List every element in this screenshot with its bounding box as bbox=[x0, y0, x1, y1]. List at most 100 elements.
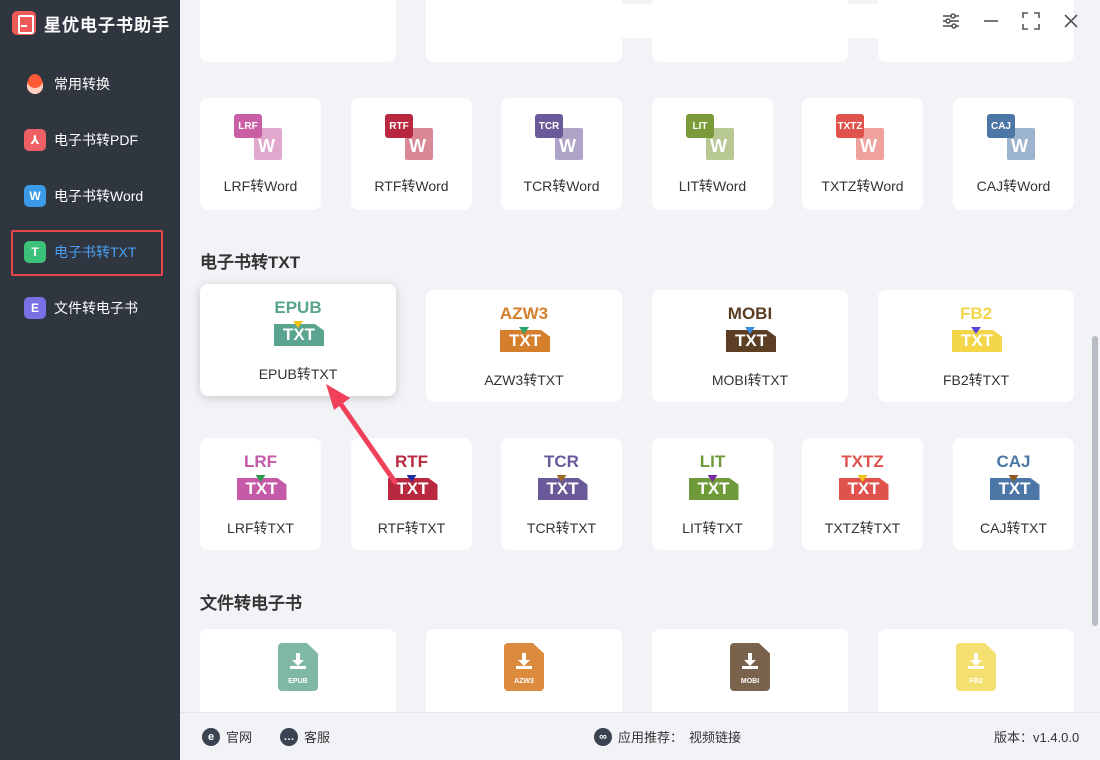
footer-bar: e 官网 … 客服 ∞ 应用推荐： 视频链接 版本：v1.4.0.0 bbox=[180, 712, 1100, 760]
sidebar-item-label: 文件转电子书 bbox=[54, 300, 138, 316]
word-doc-icon: W LRF bbox=[234, 114, 288, 162]
format-badge: LIT bbox=[686, 114, 714, 138]
card-fb2-to-txt[interactable]: FB2 TXT FB2转TXT bbox=[878, 290, 1074, 402]
word-doc-icon: W LIT bbox=[686, 114, 740, 162]
txt-box: TXT bbox=[500, 330, 550, 352]
settings-icon[interactable] bbox=[940, 10, 962, 32]
card-lrf-to-word[interactable]: W LRF LRF转Word bbox=[200, 98, 321, 210]
file-format-tag: EPUB bbox=[288, 678, 308, 685]
main-content[interactable]: W LRF LRF转Word W RTF RTF转Word W TCR TCR转Word W LIT… bbox=[180, 0, 1100, 712]
website-link[interactable]: e 官网 bbox=[202, 727, 252, 746]
txt-convert-icon: FB2 TXT bbox=[944, 304, 1008, 360]
file-download-icon: EPUB bbox=[278, 643, 318, 691]
scrollbar-thumb[interactable] bbox=[1092, 336, 1098, 626]
sidebar-item-common[interactable]: 常用转换 bbox=[0, 56, 180, 112]
card-file-to-azw3[interactable]: AZW3 bbox=[426, 629, 622, 712]
card-mobi-to-txt[interactable]: MOBI TXT MOBI转TXT bbox=[652, 290, 848, 402]
txt-box: TXT bbox=[726, 330, 776, 352]
card-lit-to-txt[interactable]: LIT TXT LIT转TXT bbox=[652, 438, 773, 550]
card-label: MOBI转TXT bbox=[711, 372, 789, 388]
minimize-icon[interactable] bbox=[980, 10, 1002, 32]
sidebar-item-ebook-to-txt[interactable]: T 电子书转TXT bbox=[0, 224, 180, 280]
card-caj-to-word[interactable]: W CAJ CAJ转Word bbox=[953, 98, 1074, 210]
format-badge: RTF bbox=[385, 114, 413, 138]
link-icon: ∞ bbox=[594, 727, 612, 746]
card-azw3-to-txt[interactable]: AZW3 TXT AZW3转TXT bbox=[426, 290, 622, 402]
txt-box: TXT bbox=[236, 478, 287, 500]
txt-icon: T bbox=[24, 241, 46, 263]
recommend-label: 应用推荐： bbox=[618, 730, 684, 745]
txt-convert-icon: EPUB TXT bbox=[266, 298, 330, 354]
card-label: EPUB转TXT bbox=[258, 366, 338, 382]
recommend-video-link[interactable]: 视频链接 bbox=[689, 727, 741, 746]
file-download-icon: MOBI bbox=[730, 643, 770, 691]
word-doc-icon: W TCR bbox=[535, 114, 589, 162]
card-label: TCR转Word bbox=[523, 178, 600, 194]
format-name: MOBI bbox=[727, 304, 773, 323]
txt-box: TXT bbox=[274, 324, 324, 346]
close-icon[interactable] bbox=[1060, 10, 1082, 32]
txt-convert-icon: CAJ TXT bbox=[982, 452, 1046, 508]
card-label: RTF转Word bbox=[374, 178, 449, 194]
support-label: 客服 bbox=[304, 730, 331, 745]
card-rtf-to-txt[interactable]: RTF TXT RTF转TXT bbox=[351, 438, 472, 550]
sidebar-item-label: 电子书转PDF bbox=[54, 132, 138, 148]
pdf-icon: ⅄ bbox=[24, 129, 46, 151]
format-name: TXTZ bbox=[841, 452, 884, 471]
fire-icon bbox=[24, 73, 46, 95]
card-tcr-to-word[interactable]: W TCR TCR转Word bbox=[501, 98, 622, 210]
sidebar-item-ebook-to-word[interactable]: W 电子书转Word bbox=[0, 168, 180, 224]
txt-box: TXT bbox=[387, 478, 438, 500]
version-info: 版本：v1.4.0.0 bbox=[994, 727, 1079, 746]
card-label: TCR转TXT bbox=[526, 520, 597, 536]
card-label: LRF转TXT bbox=[227, 520, 294, 536]
app-recommend: ∞ 应用推荐： 视频链接 bbox=[594, 727, 741, 746]
card-txtz-to-word[interactable]: W TXTZ TXTZ转Word bbox=[802, 98, 923, 210]
card-lrf-to-txt[interactable]: LRF TXT LRF转TXT bbox=[200, 438, 321, 550]
format-badge: LRF bbox=[234, 114, 262, 138]
card-file-to-fb2[interactable]: FB2 bbox=[878, 629, 1074, 712]
card-label: LIT转Word bbox=[678, 178, 747, 194]
file-format-tag: MOBI bbox=[740, 678, 760, 685]
txt-convert-icon: LIT TXT bbox=[681, 452, 745, 508]
support-link[interactable]: … 客服 bbox=[280, 727, 330, 746]
word-doc-icon: W TXTZ bbox=[836, 114, 890, 162]
title-bar bbox=[180, 0, 1100, 44]
file-download-icon: FB2 bbox=[956, 643, 996, 691]
format-name: FB2 bbox=[959, 304, 993, 323]
card-rtf-to-word[interactable]: W RTF RTF转Word bbox=[351, 98, 472, 210]
card-txtz-to-txt[interactable]: TXTZ TXT TXTZ转TXT bbox=[802, 438, 923, 550]
word-doc-icon: W CAJ bbox=[987, 114, 1041, 162]
card-label: AZW3转TXT bbox=[484, 372, 564, 388]
app-title: 星优电子书助手 bbox=[12, 10, 170, 36]
card-tcr-to-txt[interactable]: TCR TXT TCR转TXT bbox=[501, 438, 622, 550]
card-label: TXTZ转Word bbox=[821, 178, 904, 194]
sidebar-item-file-to-ebook[interactable]: E 文件转电子书 bbox=[0, 280, 180, 336]
card-file-to-mobi[interactable]: MOBI bbox=[652, 629, 848, 712]
sidebar-item-label: 常用转换 bbox=[54, 76, 110, 92]
txt-box: TXT bbox=[537, 478, 588, 500]
card-lit-to-word[interactable]: W LIT LIT转Word bbox=[652, 98, 773, 210]
card-epub-to-txt[interactable]: EPUB TXT EPUB转TXT bbox=[200, 284, 396, 396]
txt-convert-icon: AZW3 TXT bbox=[492, 304, 556, 360]
txt-convert-icon: LRF TXT bbox=[229, 452, 293, 508]
download-arrow-icon bbox=[516, 653, 532, 669]
sidebar-nav: 常用转换 ⅄ 电子书转PDF W 电子书转Word T 电子书转TXT E 文件… bbox=[0, 56, 180, 336]
word-icon: W bbox=[24, 185, 46, 207]
card-label: LIT转TXT bbox=[682, 520, 743, 536]
maximize-icon[interactable] bbox=[1020, 10, 1042, 32]
sidebar-item-label: 电子书转TXT bbox=[54, 244, 137, 260]
download-arrow-icon bbox=[290, 653, 306, 669]
format-name: RTF bbox=[394, 452, 429, 471]
card-label: RTF转TXT bbox=[377, 520, 446, 536]
txt-convert-icon: MOBI TXT bbox=[718, 304, 782, 360]
txt-box: TXT bbox=[952, 330, 1002, 352]
app-logo-icon bbox=[12, 11, 36, 35]
website-label: 官网 bbox=[226, 730, 253, 745]
txt-box: TXT bbox=[989, 478, 1040, 500]
card-caj-to-txt[interactable]: CAJ TXT CAJ转TXT bbox=[953, 438, 1074, 550]
format-badge: TCR bbox=[535, 114, 563, 138]
chat-icon: … bbox=[280, 727, 298, 746]
card-file-to-epub[interactable]: EPUB bbox=[200, 629, 396, 712]
sidebar-item-ebook-to-pdf[interactable]: ⅄ 电子书转PDF bbox=[0, 112, 180, 168]
